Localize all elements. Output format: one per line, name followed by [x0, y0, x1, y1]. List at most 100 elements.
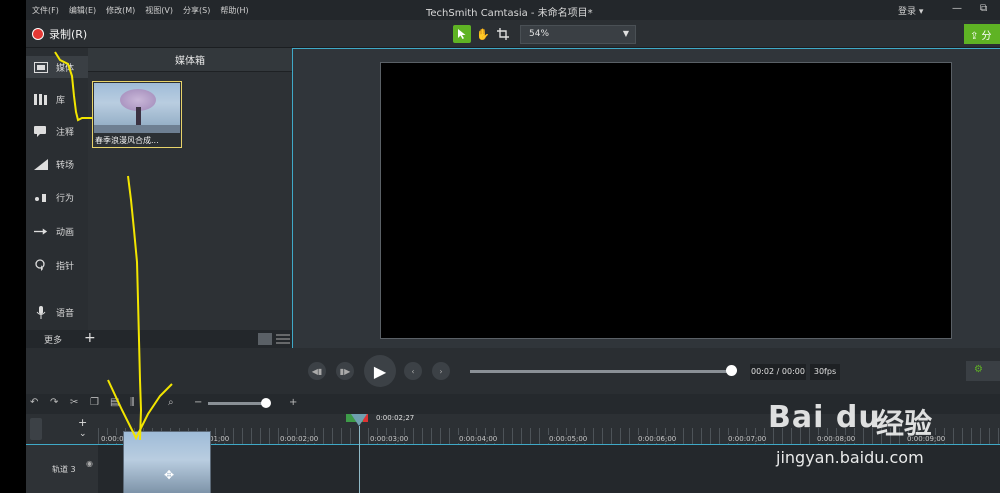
share-button[interactable]: ⇪ 分 [964, 24, 1000, 44]
rail-item-library[interactable]: 库 [26, 88, 88, 110]
paste-icon[interactable]: ▤ [110, 397, 119, 408]
microphone-icon [34, 305, 48, 319]
playback-bar: ◀▮ ▮▶ ▶ ‹ › 00:02 / 00:00 30fps ⚙ [26, 348, 1000, 394]
playhead-handle[interactable] [351, 414, 367, 426]
film-icon [34, 61, 48, 73]
menu-share[interactable]: 分享(S) [183, 5, 210, 16]
play-icon: ▶ [373, 361, 387, 381]
tool-rail: 媒体 库 注释 转场 行为 动画 指针 语音 [26, 48, 88, 348]
play-button[interactable]: ▶ [364, 355, 396, 387]
crop-icon [497, 28, 509, 40]
rail-label: 指针 [56, 261, 75, 272]
timecode: 00:02 / 00:00 [750, 364, 806, 380]
timeline-zoom-handle[interactable] [261, 398, 271, 408]
track-name: 轨道 3 [52, 465, 76, 474]
grid-view-icon[interactable] [258, 333, 272, 345]
select-tool-button[interactable] [453, 25, 471, 43]
ground [94, 125, 180, 133]
ruler-label: 0:00:04;00 [458, 435, 499, 443]
list-view-icon[interactable] [276, 333, 290, 345]
ruler-label: 0:00:07;00 [727, 435, 768, 443]
next-icon[interactable]: › [432, 362, 450, 380]
timeline-clip[interactable]: ✥ [123, 431, 211, 493]
behavior-icon [34, 191, 48, 203]
rail-label: 媒体 [56, 63, 75, 74]
restore-button[interactable]: ⧉ [980, 3, 987, 14]
timeline-zoom-slider[interactable] [208, 402, 268, 405]
redo-icon[interactable]: ↷ [50, 397, 58, 408]
undo-icon[interactable]: ↶ [30, 397, 38, 408]
hand-icon: ✋ [476, 27, 490, 41]
rail-label: 动画 [56, 227, 75, 238]
previous-icon[interactable]: ‹ [404, 362, 422, 380]
cursor-icon [34, 259, 48, 271]
playhead-line [359, 426, 360, 493]
add-track-icon[interactable]: + [78, 416, 87, 429]
scrub-handle[interactable] [726, 365, 737, 376]
playhead-time: 0:00:02;27 [376, 414, 415, 422]
zoom-in-icon[interactable]: + [289, 397, 297, 408]
rail-label: 行为 [56, 193, 75, 204]
track-header[interactable]: 轨道 3 ◉ [26, 445, 98, 493]
transition-icon [34, 158, 48, 170]
watermark-logo: Bai du [768, 400, 881, 435]
media-bin: 媒体箱 春季浪漫风合成... [88, 48, 292, 330]
watermark-url: jingyan.baidu.com [776, 448, 924, 467]
rail-item-animations[interactable]: 动画 [26, 220, 88, 242]
record-icon [32, 28, 44, 40]
media-clip[interactable]: 春季浪漫风合成... [92, 81, 182, 148]
split-icon[interactable]: ⫼ [130, 397, 135, 408]
chevron-down-icon[interactable]: ⌄ [79, 429, 87, 439]
add-button[interactable]: + [84, 330, 96, 346]
rail-label: 语音 [56, 308, 75, 319]
properties-button[interactable]: ⚙ [966, 361, 1000, 381]
track-height-control[interactable] [30, 418, 42, 440]
clip-thumbnail [94, 83, 180, 133]
crop-tool-button[interactable] [494, 25, 512, 43]
ruler-label: 0:00:06;00 [637, 435, 678, 443]
chevron-down-icon: ▼ [622, 29, 629, 38]
rail-item-voice[interactable]: 语音 [26, 301, 88, 323]
copy-icon[interactable]: ❐ [90, 397, 99, 408]
rail-item-cursor[interactable]: 指针 [26, 254, 88, 276]
rail-item-transitions[interactable]: 转场 [26, 153, 88, 175]
rail-footer: 更多 + [26, 330, 292, 348]
main-toolbar: 录制(R) ✋ 54% ▼ ⇪ 分 [26, 20, 1000, 48]
rail-label: 注释 [56, 127, 75, 138]
fps-display: 30fps [810, 364, 840, 380]
clip-caption: 春季浪漫风合成... [95, 136, 159, 145]
step-back-icon[interactable]: ◀▮ [308, 362, 326, 380]
pan-tool-button[interactable]: ✋ [474, 25, 492, 43]
zoom-select[interactable]: 54% ▼ [520, 25, 636, 44]
zoom-value: 54% [529, 29, 550, 39]
menu-file[interactable]: 文件(F) [32, 5, 59, 16]
move-cursor-icon: ✥ [164, 468, 175, 482]
menu-modify[interactable]: 修改(M) [106, 5, 135, 16]
cut-icon[interactable]: ✂ [70, 397, 78, 408]
annotation-icon [34, 125, 48, 137]
menu-edit[interactable]: 编辑(E) [69, 5, 96, 16]
step-forward-icon[interactable]: ▮▶ [336, 362, 354, 380]
canvas-area [292, 48, 1000, 348]
zoom-out-icon[interactable]: − [194, 397, 202, 408]
search-icon[interactable]: ⌕ [168, 397, 174, 408]
record-label: 录制(R) [49, 28, 88, 41]
baidu-watermark: Bai du 经验 jingyan.baidu.com [768, 400, 1000, 493]
minimize-button[interactable]: — [952, 3, 962, 14]
rail-item-media[interactable]: 媒体 [26, 56, 88, 78]
menu-view[interactable]: 视图(V) [145, 5, 173, 16]
watermark-title: 经验 [876, 407, 933, 440]
login-button[interactable]: 登录 ▾ [898, 4, 923, 17]
eye-icon[interactable]: ◉ [86, 459, 93, 468]
media-bin-title: 媒体箱 [88, 48, 292, 72]
ruler-label: 0:00:02;00 [279, 435, 320, 443]
rail-label: 转场 [56, 160, 75, 171]
menu-help[interactable]: 帮助(H) [220, 5, 248, 16]
record-button[interactable]: 录制(R) [32, 26, 87, 42]
rail-label: 库 [56, 95, 66, 106]
scrub-bar[interactable] [470, 370, 734, 373]
more-button[interactable]: 更多 [44, 333, 62, 346]
rail-item-annotations[interactable]: 注释 [26, 120, 88, 142]
rail-item-behaviors[interactable]: 行为 [26, 186, 88, 208]
preview-canvas[interactable] [380, 62, 952, 339]
